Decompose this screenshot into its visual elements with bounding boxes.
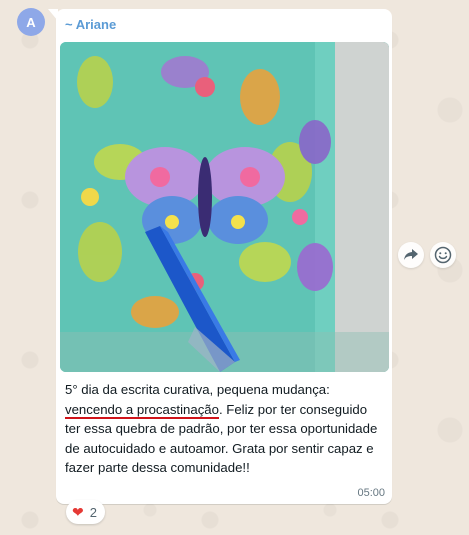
reaction-badge[interactable]: ❤ 2 — [66, 500, 105, 524]
caption-text-start: 5° dia da escrita curativa, pequena muda… — [65, 382, 330, 397]
forward-button[interactable] — [398, 242, 424, 268]
forward-icon — [404, 249, 418, 260]
message-photo[interactable] — [60, 42, 389, 372]
message-bubble[interactable]: ~ Ariane 5° dia da escrita curativa, peq… — [48, 9, 392, 504]
caption-underlined-text: vencendo a procastinação — [65, 401, 219, 419]
emoji-icon — [434, 246, 452, 264]
reaction-count: 2 — [89, 504, 97, 520]
butterfly-notebook-image — [60, 42, 389, 372]
sender-avatar[interactable]: A — [17, 8, 45, 36]
emoji-react-button[interactable] — [430, 242, 456, 268]
heart-icon: ❤ — [72, 504, 84, 520]
message-caption: 5° dia da escrita curativa, pequena muda… — [65, 380, 383, 478]
message-timestamp: 05:00 — [357, 487, 385, 499]
sender-name[interactable]: ~ Ariane — [65, 17, 116, 32]
